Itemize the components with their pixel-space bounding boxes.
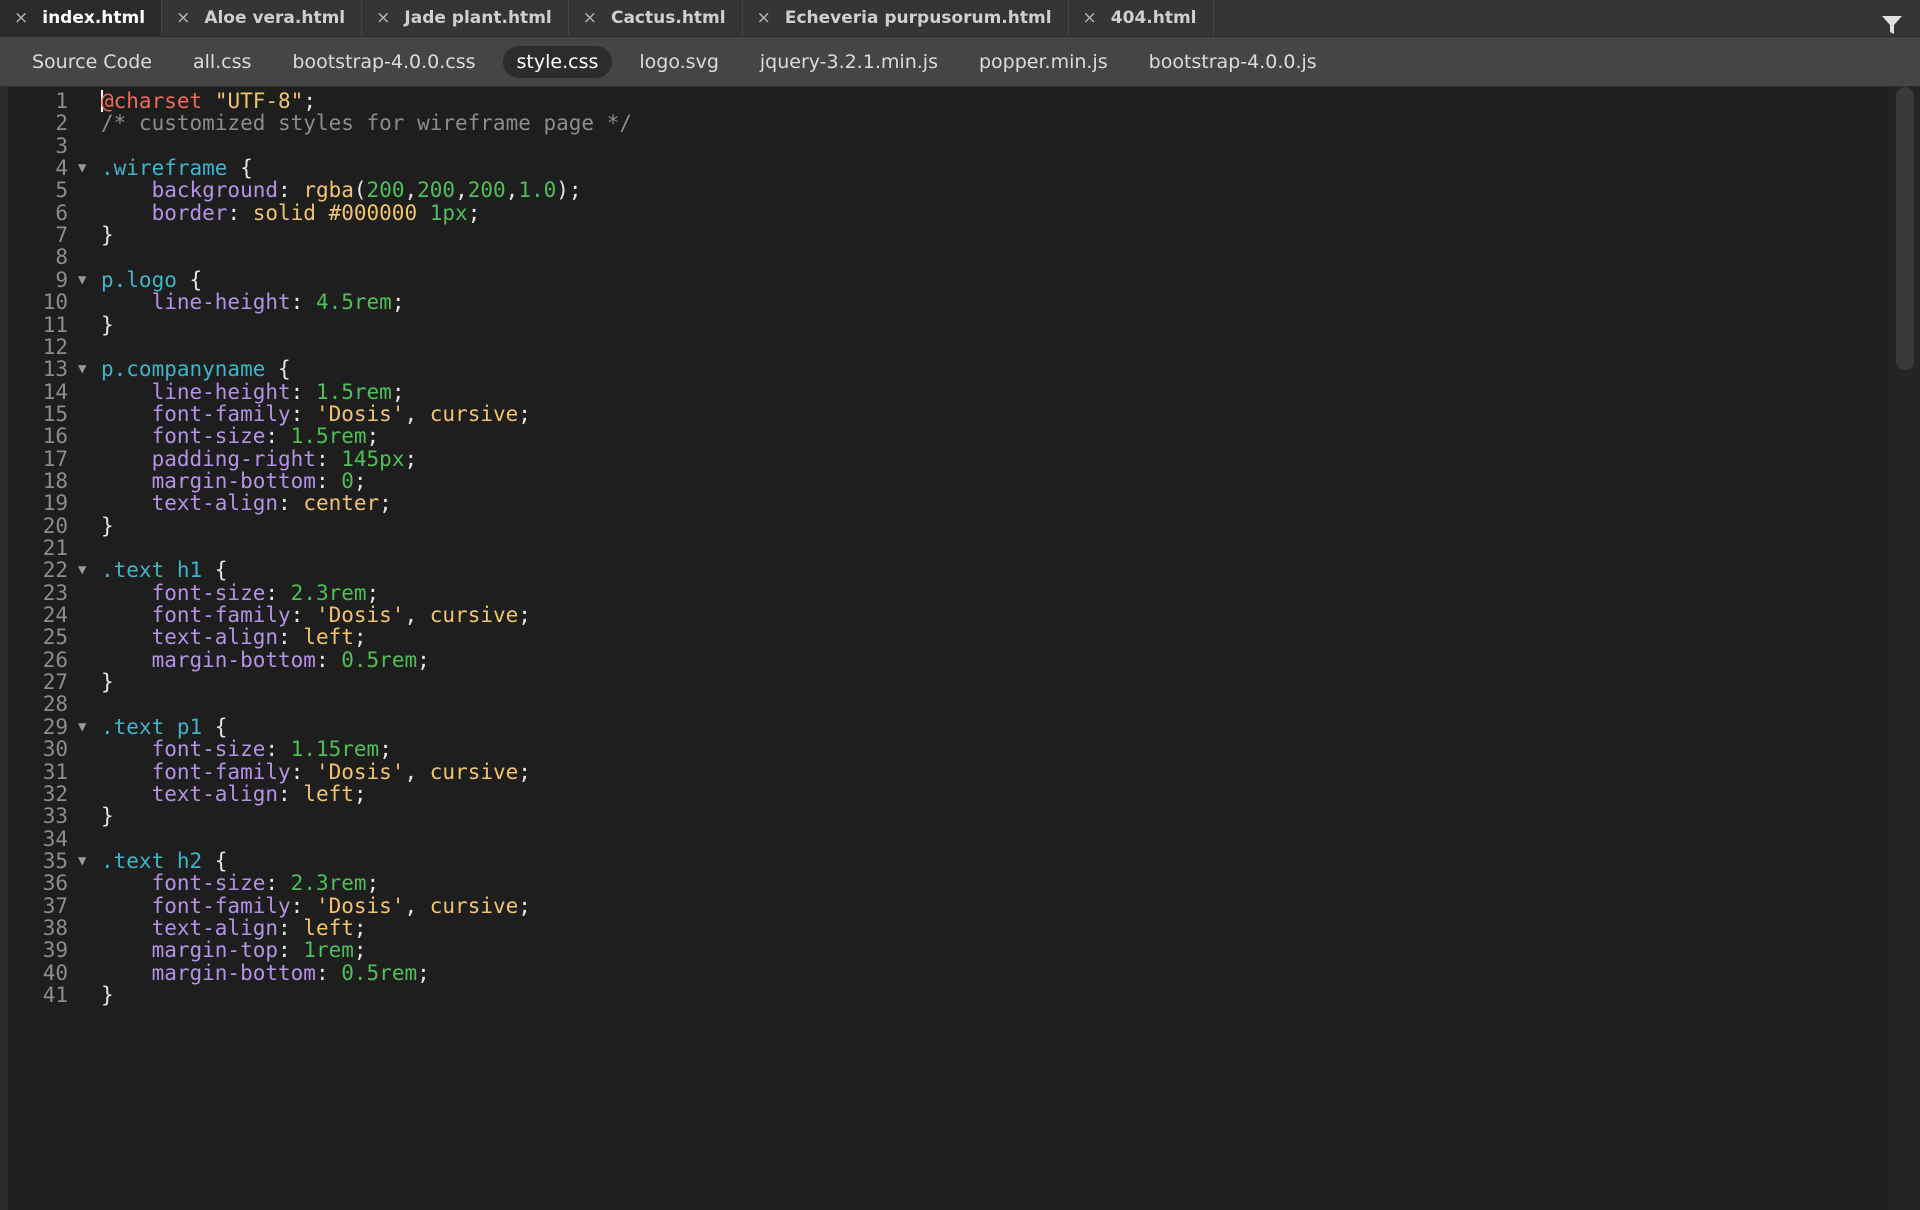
tab-aloe-vera-html[interactable]: × Aloe vera.html: [162, 0, 363, 36]
related-file-source-code[interactable]: Source Code: [18, 46, 166, 78]
tab-404-html[interactable]: × 404.html: [1069, 0, 1214, 36]
close-icon[interactable]: ×: [757, 8, 771, 28]
close-icon[interactable]: ×: [1083, 8, 1097, 28]
line-number: 41: [42, 983, 68, 1007]
related-file-style-css[interactable]: style.css: [502, 45, 613, 78]
related-file-all-css[interactable]: all.css: [179, 46, 265, 78]
vertical-scrollbar[interactable]: [1888, 87, 1920, 1210]
editor-left-edge: [0, 87, 8, 1210]
tab-label: Jade plant.html: [404, 8, 552, 28]
code-editor[interactable]: 1 @charset "UTF-8"; 2/* customized styles …: [0, 87, 1920, 1210]
related-file-bootstrap-4-0-0-css[interactable]: bootstrap-4.0.0.css: [278, 46, 489, 78]
close-icon[interactable]: ×: [176, 8, 190, 28]
code-area[interactable]: 1 @charset "UTF-8"; 2/* customized styles …: [8, 87, 1888, 1210]
close-icon[interactable]: ×: [14, 8, 28, 28]
tab-label: Echeveria purpusorum.html: [784, 8, 1052, 28]
related-file-jquery-3-2-1-min-js[interactable]: jquery-3.2.1.min.js: [746, 46, 952, 78]
code-line[interactable]: 41}: [8, 982, 1888, 1009]
tab-jade-plant-html[interactable]: × Jade plant.html: [362, 0, 569, 36]
related-file-logo-svg[interactable]: logo.svg: [625, 46, 733, 78]
tab-label: 404.html: [1110, 8, 1197, 28]
close-icon[interactable]: ×: [376, 8, 390, 28]
scrollbar-thumb[interactable]: [1896, 87, 1914, 370]
document-tab-bar: × index.html × Aloe vera.html × Jade plant.ht…: [0, 0, 1920, 37]
close-icon[interactable]: ×: [583, 8, 597, 28]
related-files-bar: Source Code all.css bootstrap-4.0.0.css sty…: [0, 37, 1920, 87]
tab-cactus-html[interactable]: × Cactus.html: [569, 0, 743, 36]
tab-label: Aloe vera.html: [204, 8, 346, 28]
token: }: [101, 983, 114, 1007]
code-text[interactable]: }: [101, 982, 114, 1009]
related-file-bootstrap-4-0-0-js[interactable]: bootstrap-4.0.0.js: [1135, 46, 1331, 78]
tab-index-html[interactable]: × index.html: [0, 0, 163, 36]
related-file-popper-min-js[interactable]: popper.min.js: [965, 46, 1122, 78]
funnel-icon[interactable]: [1880, 13, 1904, 37]
tab-label: Cactus.html: [610, 8, 726, 28]
tab-label: index.html: [42, 8, 146, 28]
tab-echeveria-purpusorum-html[interactable]: × Echeveria purpusorum.html: [743, 0, 1069, 36]
